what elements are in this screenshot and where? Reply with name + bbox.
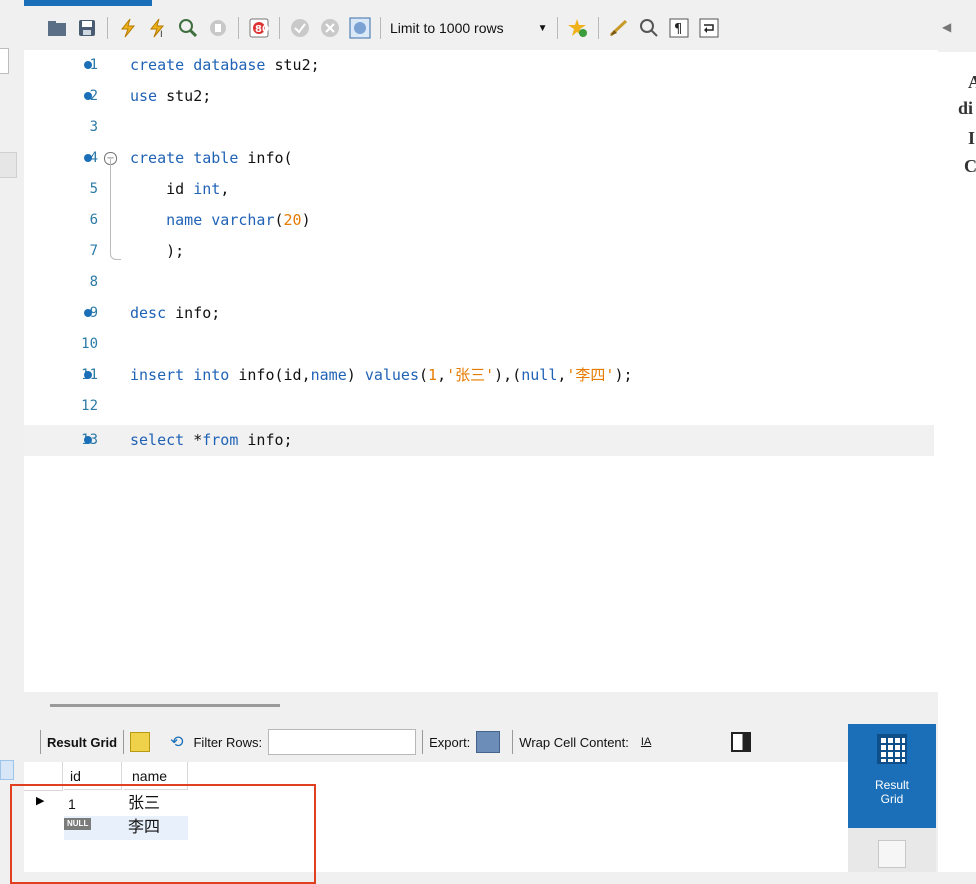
wrap-icon[interactable] <box>698 17 720 39</box>
explain-icon[interactable] <box>177 17 199 39</box>
chevron-down-icon: ▼ <box>537 22 548 34</box>
stop-icon[interactable] <box>207 17 229 39</box>
filter-rows-input[interactable] <box>268 729 417 755</box>
filter-rows-label: Filter Rows: <box>193 734 263 750</box>
save-icon[interactable] <box>76 17 98 39</box>
result-grid-label[interactable]: Result Grid <box>47 735 117 750</box>
find-icon[interactable] <box>638 17 660 39</box>
result-grid-icon <box>877 734 907 764</box>
svg-text:80: 80 <box>255 24 269 35</box>
result-toolbar: Result Grid ⟲ Filter Rows: Export: Wrap … <box>24 722 848 762</box>
editor-line: 11 insert into info(id,name) values(1,'张… <box>24 360 934 391</box>
left-sidebar-edge <box>0 0 24 872</box>
editor-line: 2 use stu2; <box>24 81 934 112</box>
editor-line: 6 name varchar(20) <box>89 211 311 229</box>
execute-current-icon[interactable]: I <box>147 17 169 39</box>
editor-line: 10 <box>81 336 98 352</box>
right-help-panel: ◀ A di I C <box>938 0 976 872</box>
invisible-chars-icon[interactable]: ¶ <box>668 17 690 39</box>
execute-icon[interactable] <box>117 17 139 39</box>
add-snippet-icon[interactable] <box>567 17 589 39</box>
folder-open-icon[interactable] <box>46 17 68 39</box>
beautify-icon[interactable] <box>608 17 630 39</box>
panel-splitter[interactable] <box>24 692 938 722</box>
sql-editor[interactable]: 1 create database stu2; 2 use stu2; 3 4 … <box>24 50 938 692</box>
refresh-icon[interactable]: ⟲ <box>170 732 183 752</box>
editor-line: 8 <box>89 274 98 290</box>
editor-line-current: 13 select *from info; <box>24 425 934 456</box>
editor-line: 12 <box>81 398 98 414</box>
result-grid-tab[interactable]: Result Grid <box>848 724 936 828</box>
highlight-annotation-box <box>10 784 316 884</box>
export-label: Export: <box>429 734 471 750</box>
wrap-cell-icon[interactable]: IA <box>641 736 651 748</box>
export-icon[interactable] <box>476 731 501 753</box>
form-editor-tab-icon <box>878 840 906 868</box>
editor-line: 1 create database stu2; <box>24 50 934 81</box>
toggle-panel-icon[interactable] <box>731 732 752 752</box>
commit-icon[interactable] <box>289 17 311 39</box>
sidebar-arrow-icon[interactable] <box>0 760 14 780</box>
fold-guide <box>110 159 121 260</box>
editor-line: 7 ); <box>89 242 185 260</box>
toggle-error-icon[interactable]: 80 <box>248 17 270 39</box>
chevron-left-icon[interactable]: ◀ <box>942 20 951 34</box>
limit-rows-select[interactable]: Limit to 1000 rows ▼ <box>386 20 552 36</box>
autocommit-icon[interactable] <box>349 17 371 39</box>
form-editor-tab[interactable] <box>848 828 936 872</box>
svg-text:¶: ¶ <box>674 22 682 37</box>
editor-line: 4 − create table info( <box>24 143 934 174</box>
wrap-cell-label: Wrap Cell Content: <box>519 734 629 750</box>
rollback-icon[interactable] <box>319 17 341 39</box>
editor-line: 3 <box>89 119 98 135</box>
horizontal-scrollbar[interactable] <box>50 704 280 707</box>
svg-text:I: I <box>160 30 163 38</box>
query-toolbar: I 80 Limit to 1000 rows ▼ ¶ <box>24 6 938 50</box>
sidebar-input-edge[interactable] <box>0 48 9 74</box>
form-editor-icon[interactable] <box>130 732 151 752</box>
editor-line: 9 desc info; <box>24 298 934 329</box>
editor-line: 5 id int, <box>89 180 230 198</box>
sidebar-item-edge[interactable] <box>0 152 17 178</box>
